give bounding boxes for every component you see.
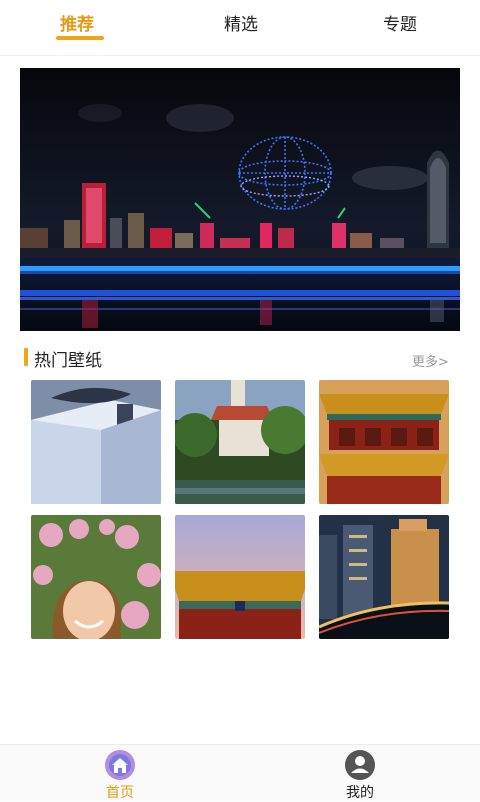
- section-accent-bar: [24, 348, 28, 366]
- nav-mine-label: 我的: [346, 785, 374, 801]
- wallpaper-palace-roof[interactable]: [175, 515, 305, 639]
- tabs-divider: [0, 55, 480, 56]
- banner-image[interactable]: [20, 68, 460, 331]
- tab-topics[interactable]: 专题: [383, 10, 417, 35]
- nav-mine[interactable]: 我的: [320, 747, 400, 801]
- wallpaper-castle[interactable]: [175, 380, 305, 504]
- nav-home-label: 首页: [106, 785, 134, 801]
- bottom-nav: 首页 我的: [0, 744, 480, 801]
- section-title: 热门壁纸: [34, 351, 102, 371]
- nav-home[interactable]: 首页: [80, 747, 160, 801]
- city-night-graphic: [319, 515, 449, 639]
- home-icon: [105, 750, 135, 780]
- wallpaper-palace[interactable]: [319, 380, 449, 504]
- top-tabs: 推荐 精选 专题: [0, 0, 480, 46]
- city-night-skyline-graphic: [20, 68, 460, 331]
- user-icon: [345, 750, 375, 780]
- tab-recommend[interactable]: 推荐: [60, 10, 94, 35]
- wallpaper-gift-box[interactable]: [31, 380, 161, 504]
- more-link[interactable]: 更多>: [412, 351, 449, 370]
- palace-graphic: [319, 380, 449, 504]
- wallpaper-city-night[interactable]: [319, 515, 449, 639]
- wallpaper-woman-flowers[interactable]: [31, 515, 161, 639]
- tab-active-indicator: [56, 36, 104, 40]
- palace-roof-graphic: [175, 515, 305, 639]
- tab-featured[interactable]: 精选: [224, 10, 258, 35]
- gift-box-graphic: [31, 380, 161, 504]
- castle-graphic: [175, 380, 305, 504]
- woman-flowers-graphic: [31, 515, 161, 639]
